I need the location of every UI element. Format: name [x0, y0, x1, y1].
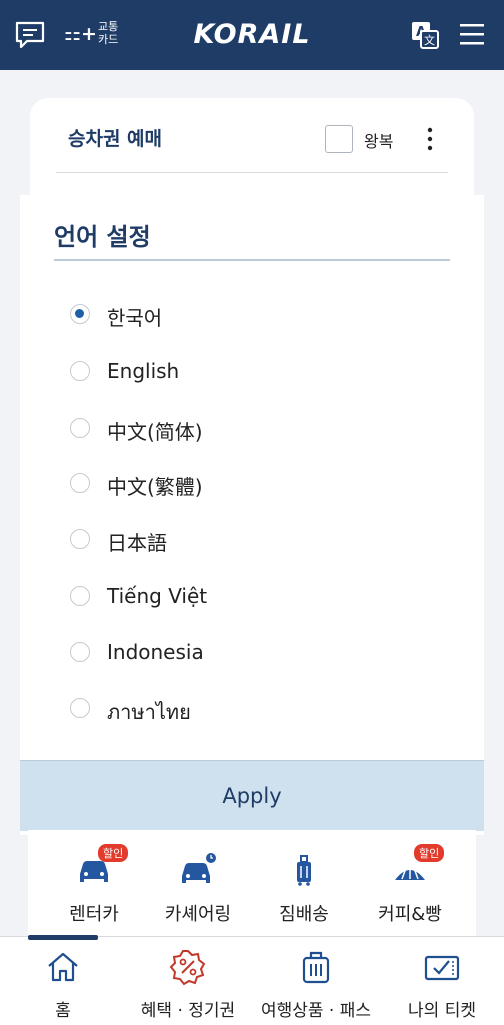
nav-home[interactable]: 홈 [8, 940, 118, 1024]
language-option-chinese-traditional[interactable]: 中文(繁體) [70, 469, 430, 499]
language-option-label: 한국어 [107, 306, 163, 330]
menu-icon[interactable] [458, 21, 486, 47]
car-sharing-icon [178, 850, 218, 890]
radio-selected[interactable] [70, 304, 90, 324]
round-trip-label: 왕복 [364, 132, 394, 151]
home-icon [44, 948, 82, 986]
service-label: 카셰어링 [164, 904, 232, 925]
top-app-bar: ⚏+ 교통 카드 KORAIL A文 [0, 0, 504, 70]
language-option-label: 中文(繁體) [107, 475, 203, 499]
apply-button[interactable]: Apply [20, 760, 484, 831]
nav-label: 나의 티켓 [408, 1001, 476, 1021]
korail-logo: KORAIL [193, 19, 311, 50]
language-option-korean[interactable]: 한국어 [70, 300, 430, 330]
language-option-label: 中文(简体) [107, 420, 203, 444]
nav-benefits-pass[interactable]: 혜택 · 정기권 [130, 940, 246, 1024]
transit-card-label-line2: 카드 [98, 33, 119, 46]
service-luggage-delivery[interactable]: 짐배송 [254, 846, 354, 928]
transit-card-button[interactable]: ⚏+ 교통 카드 [64, 20, 128, 52]
nav-label: 혜택 · 정기권 [140, 1001, 236, 1021]
language-option-indonesian[interactable]: Indonesia [70, 638, 430, 668]
radio-button[interactable] [70, 586, 90, 606]
language-option-english[interactable]: English [70, 357, 430, 387]
transit-card-label-line1: 교통 [98, 20, 119, 33]
radio-button[interactable] [70, 698, 90, 718]
luggage-delivery-icon [284, 850, 324, 890]
dialog-divider [54, 259, 450, 261]
radio-button[interactable] [70, 361, 90, 381]
language-option-vietnamese[interactable]: Tiếng Việt [70, 582, 430, 612]
language-option-label: 日本語 [107, 531, 167, 555]
transit-card-icon: ⚏+ [64, 23, 97, 45]
radio-button[interactable] [70, 418, 90, 438]
radio-button[interactable] [70, 642, 90, 662]
travel-bag-icon [297, 948, 335, 986]
nav-label: 여행상품 · 패스 [260, 1001, 372, 1021]
nav-label: 홈 [55, 1001, 71, 1021]
language-settings-dialog [20, 195, 484, 835]
svg-text:文: 文 [424, 33, 435, 47]
more-options-icon[interactable] [420, 124, 440, 154]
round-trip-checkbox[interactable] [325, 125, 353, 153]
discount-badge: 할인 [98, 844, 129, 862]
discount-icon [169, 948, 207, 986]
service-label: 렌터카 [69, 904, 119, 925]
language-option-label: ภาษาไทย [107, 700, 191, 724]
service-coffee-bread[interactable]: 할인 커피&빵 [360, 844, 460, 928]
service-rental-car[interactable]: 할인 렌터카 [44, 844, 144, 928]
service-car-sharing[interactable]: 카셰어링 [148, 846, 248, 928]
service-label: 커피&빵 [378, 904, 442, 925]
language-option-chinese-simplified[interactable]: 中文(简体) [70, 414, 430, 444]
dialog-title: 언어 설정 [54, 223, 151, 251]
my-ticket-icon [423, 948, 461, 986]
language-option-label: English [107, 359, 180, 383]
radio-button[interactable] [70, 529, 90, 549]
translate-icon[interactable]: A文 [410, 20, 440, 50]
language-option-label: Indonesia [107, 640, 204, 664]
language-option-label: Tiếng Việt [107, 584, 208, 608]
service-label: 짐배송 [279, 904, 329, 925]
card-divider [56, 172, 448, 173]
language-option-thai[interactable]: ภาษาไทย [70, 694, 430, 724]
ticket-booking-title: 승차권 예매 [68, 128, 163, 150]
nav-my-ticket[interactable]: 나의 티켓 [390, 940, 494, 1024]
nav-travel-products[interactable]: 여행상품 · 패스 [250, 940, 382, 1024]
language-option-japanese[interactable]: 日本語 [70, 525, 430, 555]
discount-badge: 할인 [414, 844, 445, 862]
radio-button[interactable] [70, 473, 90, 493]
chat-icon[interactable] [14, 20, 48, 50]
